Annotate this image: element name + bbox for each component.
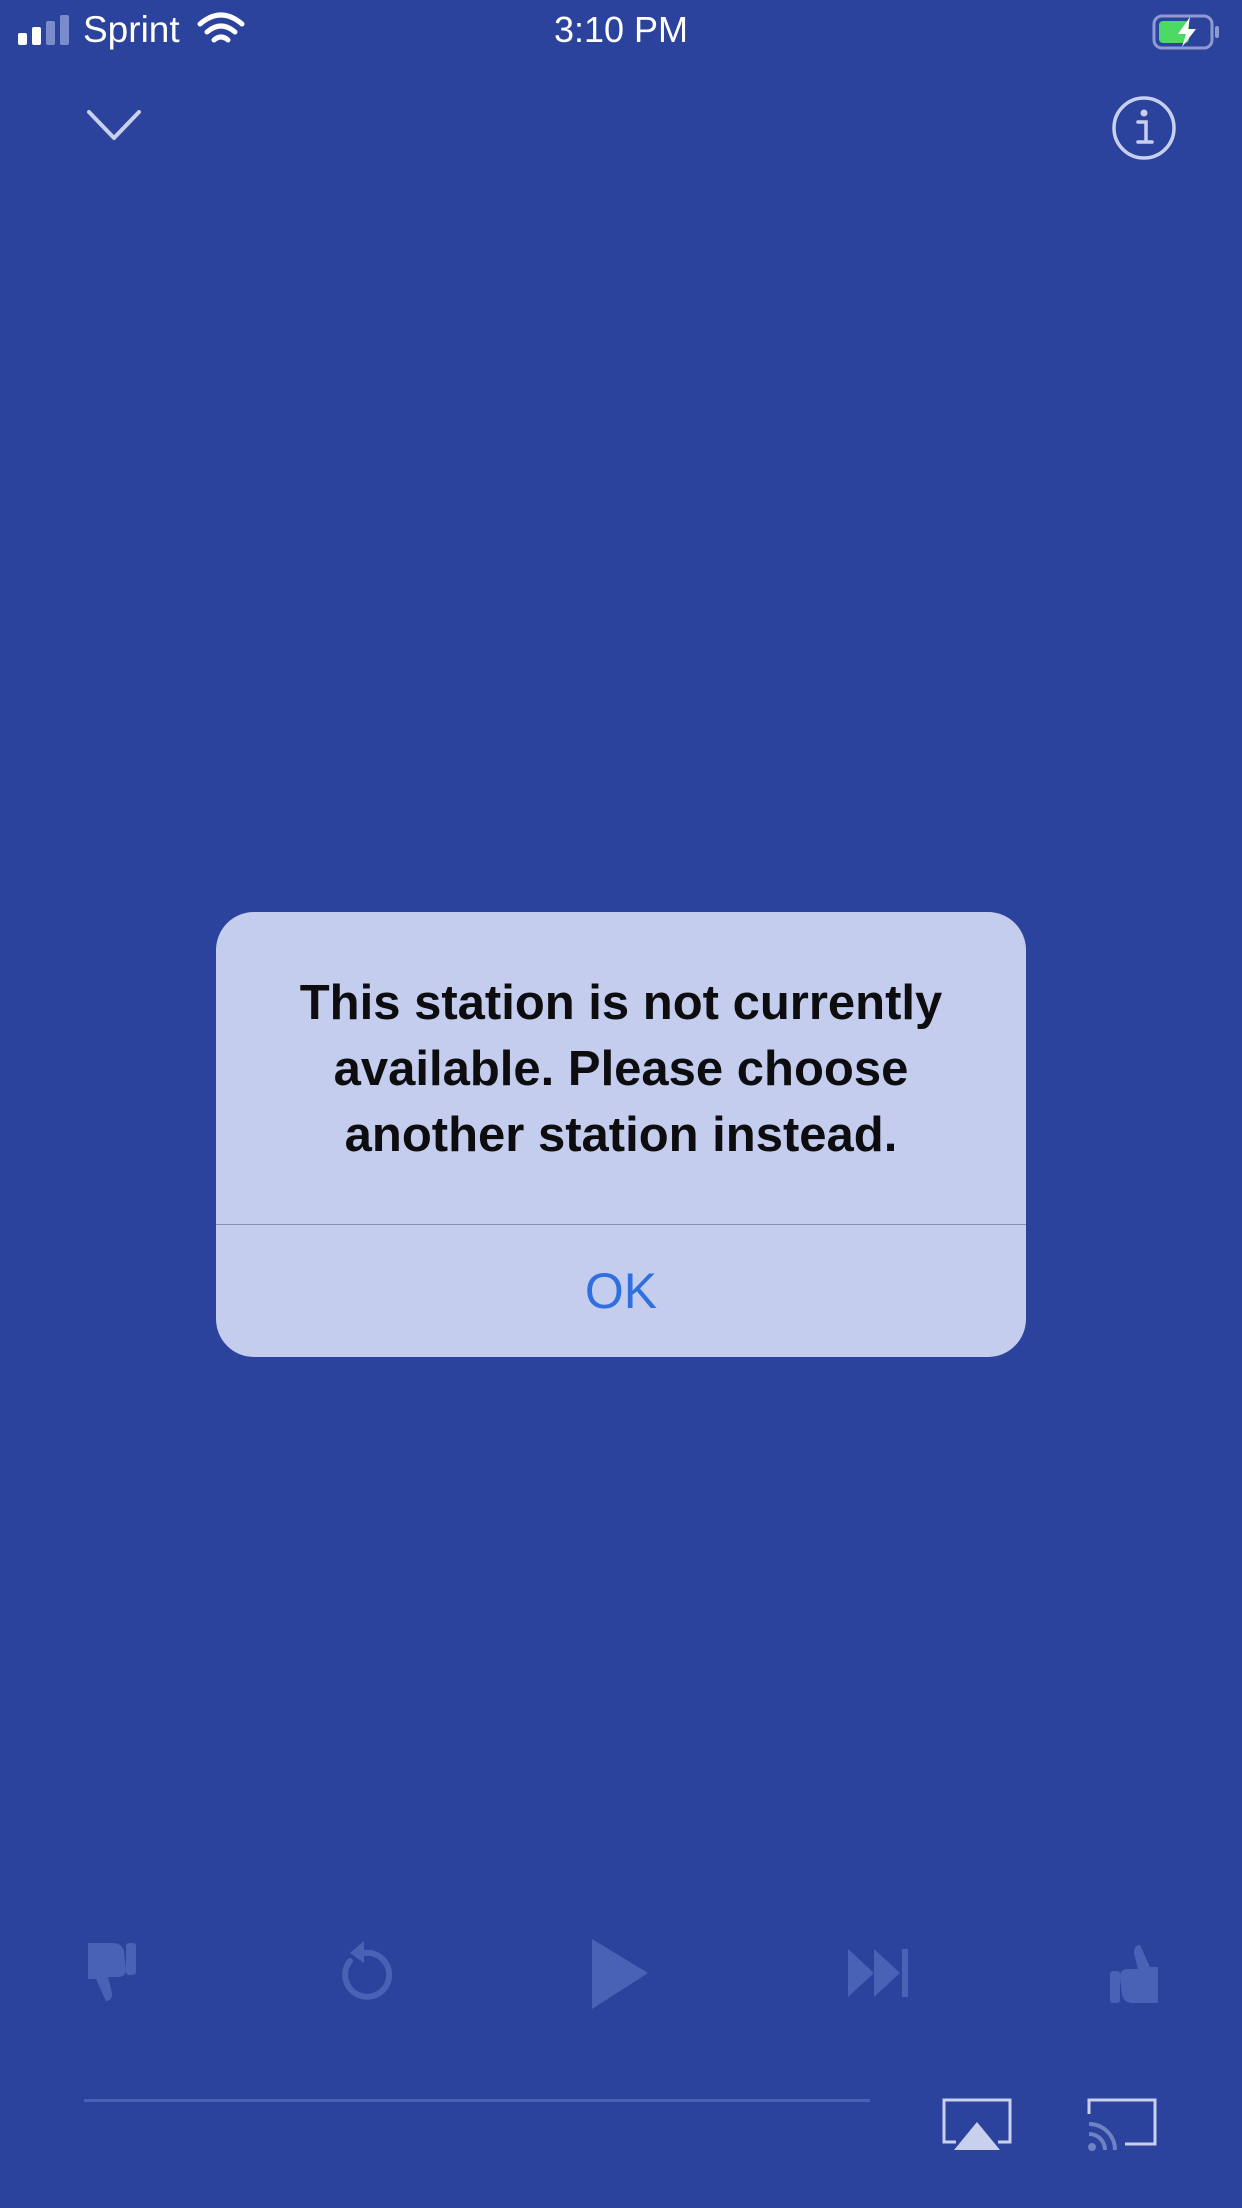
play-icon[interactable] [586, 1935, 652, 2011]
ok-button[interactable]: OK [216, 1225, 1026, 1357]
status-bar: Sprint 3:10 PM [0, 0, 1242, 62]
alert-message: This station is not currently available.… [299, 976, 943, 1162]
cast-icon[interactable] [1085, 2098, 1157, 2154]
thumbs-up-icon[interactable] [1108, 1935, 1164, 2011]
progress-bar[interactable] [84, 2099, 870, 2102]
alert-dialog: This station is not currently available.… [216, 912, 1026, 1357]
airplay-icon[interactable] [942, 2098, 1012, 2154]
replay-icon[interactable] [336, 1935, 392, 2011]
info-icon[interactable] [1110, 94, 1178, 162]
status-time: 3:10 PM [553, 9, 689, 50]
chevron-down-icon[interactable] [84, 100, 144, 150]
battery-charging-icon [1152, 14, 1219, 50]
skip-forward-icon[interactable] [844, 1935, 912, 2011]
thumbs-down-icon[interactable] [82, 1935, 138, 2011]
